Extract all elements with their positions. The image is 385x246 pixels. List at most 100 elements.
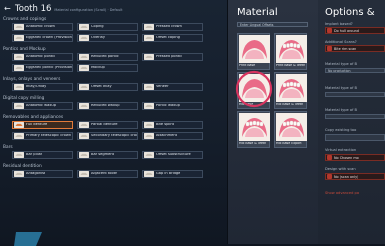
section: Digital copy milling Anatomic waxup Reduce… — [0, 96, 227, 113]
waxup-icon — [14, 103, 24, 109]
pressed-crown-icon — [144, 24, 154, 30]
restoration-type-button[interactable]: Reduced pontic — [77, 53, 138, 61]
restoration-type-button[interactable]: Offset substructure — [142, 151, 203, 159]
button-label: Gap in bridge — [156, 172, 181, 176]
denture-image — [239, 113, 270, 141]
reduced-pontic-icon — [79, 54, 89, 60]
material-type-label-3: Material type of B — [325, 108, 357, 112]
offset-inlay-icon — [79, 84, 89, 90]
button-label: Adjacent tooth — [91, 172, 118, 176]
virtual-extraction-toggle[interactable]: No Chosen mo — [325, 154, 385, 161]
full-denture-icon — [14, 122, 24, 128]
button-label: Pressed pontic — [156, 55, 183, 59]
offset-coping-icon — [144, 35, 154, 41]
section: Crowns and copings Anatomic crown Coping Pr… — [0, 17, 227, 45]
restoration-type-button[interactable]: Pressed pontic — [142, 53, 203, 61]
button-label: Full denture — [26, 123, 48, 127]
restoration-type-button[interactable]: Pressed crown — [142, 23, 203, 31]
restoration-type-button[interactable]: Adjacent tooth — [77, 170, 138, 178]
button-label: Eggshell pontic (Provisional) — [26, 66, 72, 70]
scan-label: Additional Scans? — [325, 40, 357, 44]
tile-mill-base[interactable]: Mill Base — [235, 70, 273, 109]
tile-mill-base-teeth[interactable]: Mill Base & Teeth — [274, 72, 307, 109]
material-type-select-3[interactable] — [325, 114, 385, 119]
restoration-type-button[interactable]: Mockup — [77, 64, 138, 72]
restoration-type-button[interactable]: Anatomic waxup — [12, 102, 73, 110]
implant-value: Do hull around — [334, 28, 359, 33]
coping-icon — [79, 24, 89, 30]
button-label: Secondary telescopic crown — [91, 134, 137, 138]
tile-print-base[interactable]: Print Base — [237, 33, 270, 70]
design-scan-value: No (scan only) — [334, 174, 359, 179]
button-label: Primary telescopic crown — [26, 134, 72, 138]
button-row: Bar pillar Bar segment Offset substructure — [0, 151, 227, 159]
button-label: Pressed crown — [156, 25, 182, 29]
implant-label: Implant based? — [325, 22, 353, 26]
eggshell-pontic-icon — [14, 65, 24, 71]
design-scan-label: Design with scan — [325, 167, 356, 171]
button-label: Reduced pontic — [91, 55, 119, 59]
design-scan-toggle[interactable]: No (scan only) — [325, 173, 385, 180]
restoration-type-button[interactable]: Attachment — [142, 132, 203, 140]
restoration-type-button[interactable]: Inlay/Onlay — [12, 83, 73, 91]
pontic-waxup-icon — [144, 103, 154, 109]
material-type-select-2[interactable] — [325, 92, 385, 97]
button-label: Offset substructure — [156, 153, 191, 157]
tile-mill-base-teeth-2[interactable]: Mill Base & Teeth — [237, 111, 270, 148]
denture-image — [276, 113, 307, 141]
tile-print-base-teeth[interactable]: Print Base & Teeth — [274, 33, 307, 70]
restoration-type-button[interactable]: Primary telescopic crown — [12, 132, 73, 140]
scan-value: Bite rim scan — [334, 46, 357, 51]
restoration-type-button[interactable]: Eggshell crown (Provisional) — [12, 34, 73, 42]
restoration-type-button[interactable]: Offset coping — [142, 34, 203, 42]
partial-denture-icon — [79, 122, 89, 128]
material-title: Material — [237, 7, 278, 18]
tile-mill-base-export[interactable]: Mill Base Export — [274, 111, 307, 148]
button-label: Bar segment — [91, 153, 115, 157]
button-label: Inlay/Onlay — [26, 85, 47, 89]
button-row: Eggshell crown (Provisional) Overlay Offse… — [0, 34, 227, 42]
material-type-select-1[interactable]: No production — [325, 68, 385, 73]
page-title: Tooth 16 — [15, 4, 52, 14]
restoration-type-button[interactable]: Anatomic pontic — [12, 53, 73, 61]
panel-header: ← Tooth 16 Material configuration (Scrol… — [4, 3, 123, 15]
section: Inlays, onlays and veneers Inlay/Onlay Off… — [0, 77, 227, 94]
restoration-type-button[interactable]: Reduced waxup — [77, 102, 138, 110]
implant-toggle[interactable]: Do hull around — [325, 27, 385, 34]
restoration-type-button[interactable]: Eggshell pontic (Provisional) — [12, 64, 73, 72]
button-label: Partial denture — [91, 123, 118, 127]
restoration-type-button[interactable]: Partial denture — [77, 121, 138, 129]
copy-existing-select[interactable] — [325, 134, 385, 141]
inlay-icon — [14, 84, 24, 90]
restoration-type-button[interactable]: Bite splint — [142, 121, 203, 129]
lingual-offset-select[interactable]: Enter Lingual Offsets — [237, 22, 308, 27]
restoration-type-button[interactable]: Secondary telescopic crown — [77, 132, 138, 140]
button-label: Veneer — [156, 85, 169, 89]
button-label: Anatomic pontic — [26, 55, 56, 59]
restoration-type-button[interactable]: Coping — [77, 23, 138, 31]
crown-icon — [14, 24, 24, 30]
material-panel: Material Enter Lingual Offsets Print Bas… — [228, 0, 318, 244]
restoration-type-button[interactable]: Offset Inlay — [77, 83, 138, 91]
back-arrow-icon[interactable]: ← — [4, 3, 12, 15]
options-panel: Options & Implant based? Do hull around … — [318, 0, 385, 244]
restoration-type-button[interactable]: Antagonist — [12, 170, 73, 178]
button-row: Anatomic pontic Reduced pontic Pressed pon… — [0, 53, 227, 61]
material-type-label-2: Material type of B — [325, 86, 357, 90]
restoration-type-button[interactable]: Bar segment — [77, 151, 138, 159]
restoration-type-button[interactable]: Full denture — [12, 121, 73, 129]
virtual-extraction-label: Virtual extraction — [325, 148, 357, 152]
reduced-waxup-icon — [79, 103, 89, 109]
advanced-parameters-link[interactable]: Show advanced pa — [325, 191, 359, 195]
restoration-type-button[interactable]: Pontic waxup — [142, 102, 203, 110]
tile-label: Mill Base Export — [276, 142, 302, 145]
restoration-type-button[interactable]: Veneer — [142, 83, 203, 91]
bite-rim-scan-toggle[interactable]: Bite rim scan — [325, 45, 385, 52]
button-label: Overlay — [91, 36, 105, 40]
restoration-type-button[interactable]: Bar pillar — [12, 151, 73, 159]
restoration-type-button[interactable]: Overlay — [77, 34, 138, 42]
restoration-type-button[interactable]: Gap in bridge — [142, 170, 203, 178]
button-label: Mockup — [91, 66, 105, 70]
button-label: Reduced waxup — [91, 104, 120, 108]
restoration-type-button[interactable]: Anatomic crown — [12, 23, 73, 31]
